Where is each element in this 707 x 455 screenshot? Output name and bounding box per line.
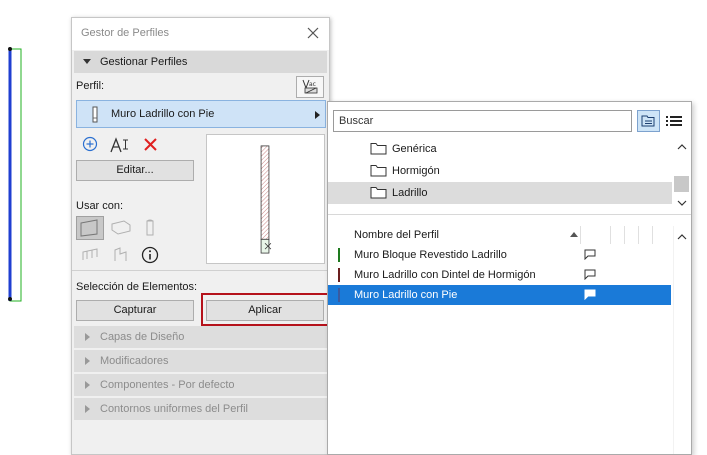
section-label: Contornos uniformes del Perfil: [100, 403, 248, 415]
railing-icon[interactable]: [81, 246, 99, 264]
section-componentes[interactable]: Componentes - Por defecto: [74, 374, 327, 396]
divider: [72, 270, 329, 271]
chevron-right-icon: [85, 357, 90, 365]
wall-icon: [80, 219, 98, 237]
wall-drawing: [8, 47, 22, 302]
capturar-button[interactable]: Capturar: [76, 300, 194, 321]
folder-item-generica[interactable]: Genérica: [328, 138, 672, 160]
folder-icon: [370, 165, 387, 177]
delete-icon[interactable]: [143, 137, 158, 152]
profile-preview: [206, 134, 325, 264]
folder-tree-icon: [641, 115, 655, 127]
profile-name: Muro Ladrillo con Dintel de Hormigón: [354, 269, 536, 281]
selected-profile-name: Muro Ladrillo con Pie: [111, 108, 215, 120]
folder-label: Ladrillo: [392, 187, 428, 199]
section-gestionar-perfiles[interactable]: Gestionar Perfiles: [74, 51, 327, 73]
profile-color-marker: [338, 288, 340, 302]
sort-ascending-icon: [570, 232, 578, 237]
list-view-icon[interactable]: [663, 110, 685, 132]
column-header-name: Nombre del Perfil: [354, 229, 439, 241]
profile-flag-icon: [584, 289, 596, 300]
scroll-up-icon: [677, 144, 687, 150]
usar-con-label: Usar con:: [76, 200, 124, 212]
profile-selector[interactable]: Muro Ladrillo con Pie: [76, 100, 326, 128]
profile-row-selected[interactable]: Muro Ladrillo con Pie: [328, 285, 671, 305]
folder-tree-scrollbar[interactable]: [673, 139, 691, 211]
chevron-right-icon: [315, 111, 320, 119]
profile-color-marker: [338, 268, 340, 282]
profile-name: Muro Bloque Revestido Ladrillo: [354, 249, 507, 261]
rename-icon[interactable]: [110, 136, 130, 154]
column-icon[interactable]: [144, 218, 156, 238]
search-input[interactable]: [333, 110, 632, 132]
section-contornos[interactable]: Contornos uniformes del Perfil: [74, 398, 327, 420]
chevron-right-icon: [85, 333, 90, 341]
wall-profile-icon: [92, 106, 98, 123]
profile-row[interactable]: Muro Ladrillo con Dintel de Hormigón: [328, 265, 671, 285]
wall-type-toggle[interactable]: [76, 216, 104, 240]
edit-button[interactable]: Editar...: [76, 160, 194, 181]
chevron-right-icon: [85, 405, 90, 413]
folder-label: Genérica: [392, 143, 437, 155]
section-label: Componentes - Por defecto: [100, 379, 235, 391]
profile-flag-icon: [584, 269, 596, 280]
beam-icon[interactable]: [110, 219, 132, 237]
section-capas-de-diseno[interactable]: Capas de Diseño: [74, 326, 327, 348]
divider: [328, 214, 691, 215]
seleccion-label: Selección de Elementos:: [76, 281, 198, 293]
profile-name: Muro Ladrillo con Pie: [354, 289, 458, 301]
section-label: Modificadores: [100, 355, 169, 367]
folder-icon: [370, 187, 387, 199]
profile-browser-popup: Genérica Hormigón Ladrillo Nombre del Pe…: [327, 101, 692, 455]
info-icon[interactable]: [141, 246, 159, 264]
palette-title: Gestor de Perfiles: [81, 27, 170, 39]
stair-icon[interactable]: [112, 246, 130, 264]
title-bar: Gestor de Perfiles: [72, 18, 329, 50]
folder-label: Hormigón: [392, 165, 440, 177]
chevron-down-icon: [83, 59, 91, 64]
add-profile-icon[interactable]: [82, 136, 98, 152]
profile-settings-button[interactable]: ac: [296, 76, 324, 98]
profile-flag-icon: [584, 249, 596, 260]
folder-view-button[interactable]: [637, 110, 660, 132]
profile-color-marker: [338, 248, 340, 262]
folder-item-hormigon[interactable]: Hormigón: [328, 160, 672, 182]
aplicar-button[interactable]: Aplicar: [206, 300, 324, 321]
profile-row[interactable]: Muro Bloque Revestido Ladrillo: [328, 245, 671, 265]
folder-item-ladrillo[interactable]: Ladrillo: [328, 182, 672, 204]
section-label: Capas de Diseño: [100, 331, 185, 343]
scroll-down-icon: [677, 200, 687, 206]
profile-list-scrollbar[interactable]: [673, 226, 691, 454]
profile-settings-icon: ac: [302, 79, 318, 94]
section-modificadores[interactable]: Modificadores: [74, 350, 327, 372]
list-header[interactable]: Nombre del Perfil: [328, 226, 672, 244]
perfil-label: Perfil:: [76, 80, 105, 92]
folder-icon: [370, 143, 387, 155]
section-title: Gestionar Perfiles: [100, 56, 188, 68]
svg-text:ac: ac: [309, 81, 316, 88]
chevron-right-icon: [85, 381, 90, 389]
scroll-thumb: [674, 176, 689, 192]
profile-manager-palette: Gestor de Perfiles Gestionar Perfiles Pe…: [71, 17, 330, 455]
close-icon[interactable]: [306, 26, 320, 40]
